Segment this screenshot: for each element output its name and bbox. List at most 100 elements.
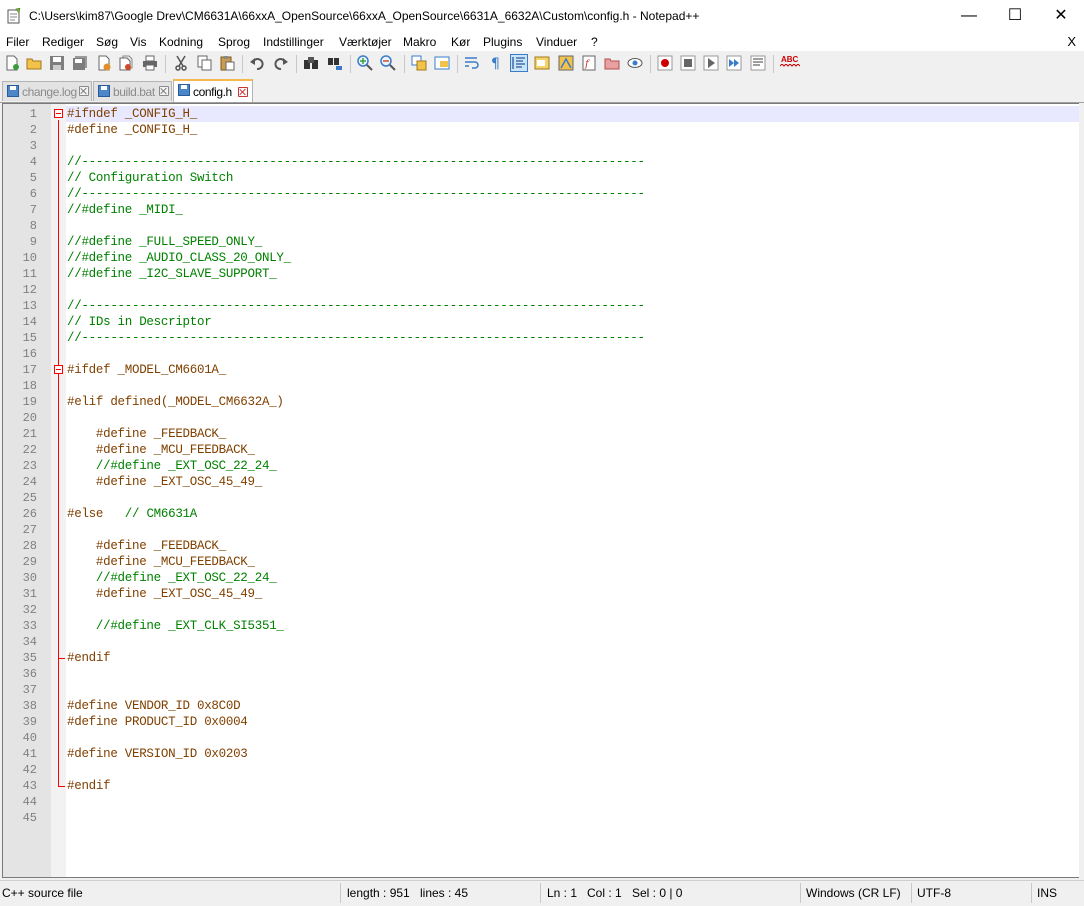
code-preprocessor: #elif defined(_MODEL_CM6632A_) bbox=[67, 395, 284, 409]
code-comment: //#define _FULL_SPEED_ONLY_ bbox=[67, 235, 262, 249]
sync-vertical-icon[interactable] bbox=[411, 55, 427, 71]
new-file-icon[interactable] bbox=[4, 55, 20, 71]
code-line: //#define _AUDIO_CLASS_20_ONLY_ bbox=[67, 250, 291, 266]
toolbar-separator bbox=[457, 55, 458, 73]
code-comment: // IDs in Descriptor bbox=[67, 315, 212, 329]
code-comment: // Configuration Switch bbox=[67, 171, 234, 185]
toolbar-separator bbox=[350, 55, 351, 73]
zoom-in-icon[interactable] bbox=[357, 55, 373, 71]
copy-icon[interactable] bbox=[196, 55, 212, 71]
replace-icon[interactable] bbox=[327, 55, 343, 71]
show-all-chars-icon[interactable]: ¶ bbox=[488, 55, 504, 71]
line-number-gutter: 1 2 3 4 5 6 7 8 9 10 11 12 13 14 15 16 17 18 19 20 21 22 23 24 2… bbox=[3, 104, 51, 877]
line-number: 36 bbox=[22, 667, 37, 681]
code-editor[interactable]: 1 2 3 4 5 6 7 8 9 10 11 12 13 14 15 16 17 18 19 20 21 22 23 24 2… bbox=[2, 103, 1080, 878]
code-preprocessor: #define _CONFIG_H_ bbox=[67, 123, 197, 137]
monitoring-icon[interactable] bbox=[627, 55, 643, 71]
word-wrap-icon[interactable] bbox=[464, 55, 480, 71]
menu-plugins[interactable]: Plugins bbox=[483, 35, 522, 49]
line-number: 7 bbox=[29, 203, 37, 217]
minimize-button[interactable]: — bbox=[946, 0, 992, 32]
floppy-save-icon bbox=[178, 84, 190, 96]
close-button[interactable]: ✕ bbox=[1038, 0, 1084, 32]
close-document-button[interactable]: X bbox=[1067, 34, 1076, 49]
floppy-save-icon bbox=[98, 85, 110, 97]
close-icon[interactable] bbox=[96, 55, 112, 71]
zoom-out-icon[interactable] bbox=[380, 55, 396, 71]
code-comment: // CM6631A bbox=[124, 507, 197, 521]
cut-icon[interactable] bbox=[173, 55, 189, 71]
status-filetype: C++ source file bbox=[2, 886, 83, 900]
function-list-icon[interactable]: f bbox=[581, 55, 597, 71]
toolbar: ¶ f ABC bbox=[0, 51, 1084, 77]
toolbar-separator bbox=[242, 55, 243, 73]
maximize-button[interactable]: ☐ bbox=[992, 0, 1038, 32]
code-line: #define VERSION_ID 0x0203 bbox=[67, 746, 248, 762]
code-preprocessor: #ifndef _CONFIG_H_ bbox=[67, 107, 197, 121]
line-number: 1 bbox=[29, 107, 37, 121]
menu-rediger[interactable]: Rediger bbox=[42, 35, 84, 49]
menu-koer[interactable]: Kør bbox=[451, 35, 470, 49]
code-preprocessor: #define VERSION_ID 0x0203 bbox=[67, 747, 248, 761]
menu-soeg[interactable]: Søg bbox=[96, 35, 118, 49]
save-all-icon[interactable] bbox=[72, 55, 88, 71]
stop-record-icon[interactable] bbox=[680, 55, 696, 71]
document-tab-bar: change.log build.bat config.h bbox=[0, 78, 1084, 103]
fold-end-marker bbox=[58, 658, 65, 659]
code-preprocessor: #ifdef _MODEL_CM6601A_ bbox=[67, 363, 226, 377]
menu-kodning[interactable]: Kodning bbox=[159, 35, 203, 49]
play-macro-icon[interactable] bbox=[703, 55, 719, 71]
status-separator bbox=[340, 883, 341, 903]
language-icon[interactable] bbox=[534, 55, 550, 71]
tab-close-icon[interactable] bbox=[159, 86, 169, 96]
line-number: 5 bbox=[29, 171, 37, 185]
code-line: #define _MCU_FEEDBACK_ bbox=[67, 442, 255, 458]
menu-filer[interactable]: Filer bbox=[6, 35, 29, 49]
tab-build-bat[interactable]: build.bat bbox=[93, 81, 172, 101]
folder-workspace-icon[interactable] bbox=[604, 55, 620, 71]
close-all-icon[interactable] bbox=[118, 55, 134, 71]
save-macro-icon[interactable] bbox=[750, 55, 766, 71]
status-col: Col : 1 bbox=[587, 886, 622, 900]
code-comment: //#define _I2C_SLAVE_SUPPORT_ bbox=[67, 267, 277, 281]
menu-vis[interactable]: Vis bbox=[130, 35, 146, 49]
code-line: #define PRODUCT_ID 0x0004 bbox=[67, 714, 248, 730]
redo-icon[interactable] bbox=[273, 55, 289, 71]
code-comment: //#define _MIDI_ bbox=[67, 203, 183, 217]
document-map-icon[interactable] bbox=[558, 55, 574, 71]
save-icon[interactable] bbox=[49, 55, 65, 71]
menu-makro[interactable]: Makro bbox=[403, 35, 436, 49]
tab-change-log[interactable]: change.log bbox=[2, 81, 92, 101]
spell-check-icon[interactable]: ABC bbox=[780, 55, 800, 71]
code-line: #endif bbox=[67, 650, 111, 666]
line-number: 16 bbox=[22, 347, 37, 361]
line-number: 12 bbox=[22, 283, 37, 297]
tab-close-icon[interactable] bbox=[238, 87, 248, 97]
menu-vaerktoejer[interactable]: Værktøjer bbox=[339, 35, 392, 49]
record-macro-icon[interactable] bbox=[657, 55, 673, 71]
find-icon[interactable] bbox=[303, 55, 319, 71]
menu-vinduer[interactable]: Vinduer bbox=[536, 35, 577, 49]
tab-config-h[interactable]: config.h bbox=[173, 79, 253, 102]
sync-horizontal-icon[interactable] bbox=[434, 55, 450, 71]
menu-help[interactable]: ? bbox=[591, 35, 598, 49]
line-number: 3 bbox=[29, 139, 37, 153]
menu-sprog[interactable]: Sprog bbox=[218, 35, 250, 49]
paste-icon[interactable] bbox=[219, 55, 235, 71]
line-number: 13 bbox=[22, 299, 37, 313]
menu-bar: Filer Rediger Søg Vis Kodning Sprog Inds… bbox=[0, 32, 1084, 51]
menu-indstillinger[interactable]: Indstillinger bbox=[263, 35, 324, 49]
open-file-icon[interactable] bbox=[26, 55, 42, 71]
indent-guide-icon[interactable] bbox=[510, 54, 528, 72]
tab-close-icon[interactable] bbox=[79, 86, 89, 96]
print-icon[interactable] bbox=[142, 55, 158, 71]
line-number: 39 bbox=[22, 715, 37, 729]
fold-collapse-icon[interactable] bbox=[54, 365, 63, 374]
undo-icon[interactable] bbox=[249, 55, 265, 71]
current-line-highlight bbox=[66, 106, 1079, 122]
line-number: 32 bbox=[22, 603, 37, 617]
line-number: 42 bbox=[22, 763, 37, 777]
fold-collapse-icon[interactable] bbox=[54, 109, 63, 118]
vertical-scrollbar[interactable] bbox=[1079, 103, 1084, 878]
run-macro-multiple-icon[interactable] bbox=[726, 55, 742, 71]
